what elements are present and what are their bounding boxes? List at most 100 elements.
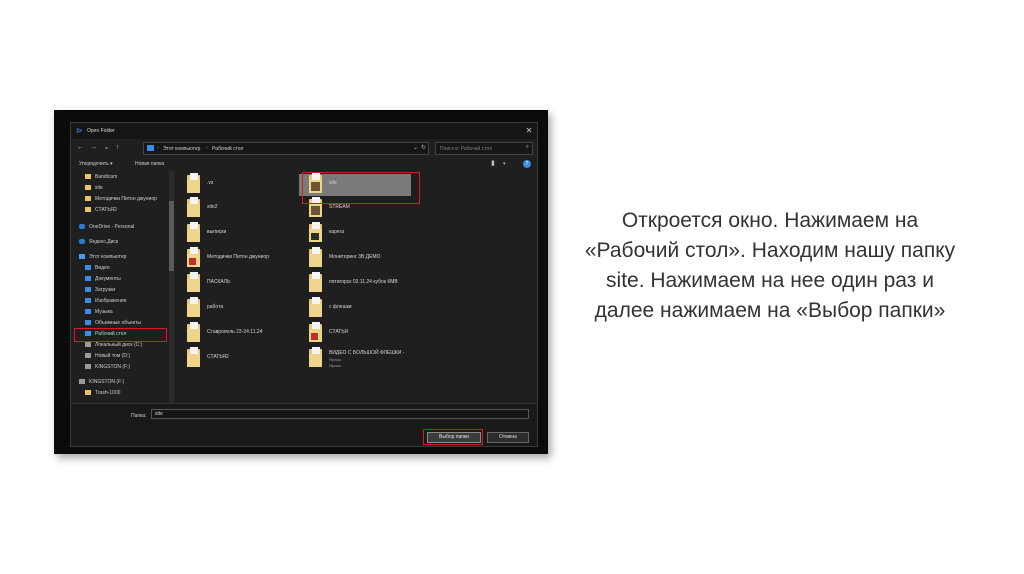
sidebar-item-trash[interactable]: Trash-1000 [71, 388, 167, 398]
forward-arrow-icon[interactable]: → [89, 143, 98, 152]
dialog-title: Open Folder [87, 128, 115, 134]
file-name: .vs [207, 180, 214, 186]
file-name: карега [329, 229, 345, 235]
select-highlight-box [423, 429, 483, 445]
folder-label: Папка: [131, 413, 147, 419]
breadcrumb-separator: › [206, 145, 208, 151]
view-options-icon[interactable]: ▮ [491, 159, 495, 167]
navigation-pane: Bandicam site Методички Питон джуниор СТ… [71, 171, 174, 403]
dialog-footer: Папка: Выбор папки Отмена [71, 403, 537, 446]
help-icon[interactable]: ? [523, 160, 531, 168]
search-input[interactable]: Поиск в: Рабочий стол ⌕ [435, 142, 533, 155]
folder-item-python-methods[interactable]: Методички Питон джуниор [177, 247, 289, 270]
sidebar-item-label: Объемные объекты [95, 320, 141, 326]
up-arrow-icon[interactable]: ↑ [113, 143, 122, 152]
folder-item-s-fleshki[interactable]: с флешки [299, 297, 411, 320]
scrollbar-thumb[interactable] [169, 201, 174, 271]
sidebar-item-downloads[interactable]: Загрузки [71, 285, 167, 295]
folder-item-pascal[interactable]: ПАСКАЛЬ [177, 272, 289, 295]
breadcrumb-desktop[interactable]: Рабочий стол [212, 146, 243, 152]
sidebar-item-3d-objects[interactable]: Объемные объекты [71, 318, 167, 328]
sidebar-item-music[interactable]: Музыка [71, 307, 167, 317]
sidebar-item-pictures[interactable]: Изображения [71, 296, 167, 306]
sidebar-item-site[interactable]: site [71, 183, 167, 193]
sidebar-item-label: site [95, 185, 103, 191]
file-type: Ярлык [329, 363, 341, 368]
drive-icon [85, 364, 91, 369]
organize-button[interactable]: Упорядочить ▾ [79, 161, 113, 167]
sidebar-item-label: OneDrive - Personal [89, 224, 135, 230]
sidebar-item-label: KINGSTON (F:) [89, 379, 125, 385]
close-icon[interactable]: ✕ [524, 126, 534, 136]
folder-item-monitoring[interactable]: Мониторинг 3В ДЕМО [299, 247, 411, 270]
file-name: пятигорск 03.11.24 кубок КМВ [329, 279, 398, 285]
folder-item-karega[interactable]: карега [299, 222, 411, 245]
instruction-text: Откроется окно. Нажимаем на «Рабочий сто… [584, 209, 956, 322]
video-icon [85, 265, 91, 270]
file-name: Методички Питон джуниор [207, 254, 269, 260]
folder-icon [187, 222, 200, 242]
sidebar-item-label: Изображения [95, 298, 127, 304]
folder-item-pyatigorsk[interactable]: пятигорск 03.11.24 кубок КМВ [299, 272, 411, 295]
desktop-highlight-box [74, 328, 167, 342]
folder-icon [187, 322, 200, 342]
sidebar-item-article2[interactable]: СТАТЬЯ2 [71, 205, 167, 215]
sidebar-item-label: СТАТЬЯ2 [95, 207, 117, 213]
file-name: Ставрополь 23-24.11.24 [207, 329, 263, 335]
file-name: Мониторинг 3В ДЕМО [329, 254, 381, 260]
navigation-bar: ← → ⌄ ↑ › Этот компьютер › Рабочий стол … [71, 139, 537, 157]
drive-icon [85, 342, 91, 347]
folder-item-site2[interactable]: site2 [177, 197, 289, 220]
folder-item-statya[interactable]: СТАТЬЯ [299, 322, 411, 345]
cancel-button[interactable]: Отмена [487, 432, 529, 443]
chevron-down-icon[interactable]: ⌄ [413, 144, 418, 151]
sidebar-item-drive-d[interactable]: Новый том (D:) [71, 351, 167, 361]
sidebar-item-yandex-disk[interactable]: Яндекс.Диск [71, 237, 167, 247]
new-folder-button[interactable]: Новая папка [135, 161, 164, 167]
file-name: ПАСКАЛЬ [207, 279, 231, 285]
sidebar-item-label: Музыка [95, 309, 113, 315]
sidebar-item-python-methods[interactable]: Методички Питон джуниор [71, 194, 167, 204]
title-bar: ⊳ Open Folder ✕ [71, 123, 537, 139]
sidebar-item-kingston[interactable]: KINGSTON (F:) [71, 377, 167, 387]
folder-icon [85, 196, 91, 201]
folder-name-input[interactable] [151, 409, 529, 419]
folder-item-rabota[interactable]: работа [177, 297, 289, 320]
chevron-down-icon[interactable]: ⌄ [102, 143, 111, 152]
file-name: СТАТЬЯ [329, 329, 348, 335]
folder-icon [187, 297, 200, 317]
breadcrumb-this-pc[interactable]: Этот компьютер [163, 146, 200, 152]
sidebar-item-this-pc[interactable]: Этот компьютер [71, 252, 167, 262]
folder-item-vypiski[interactable]: выписки [177, 222, 289, 245]
folder-icon [187, 272, 200, 292]
sidebar-item-drive-f[interactable]: KINGSTON (F:) [71, 362, 167, 372]
drive-icon [85, 353, 91, 358]
sidebar-item-video[interactable]: Видео [71, 263, 167, 273]
sidebar-item-onedrive[interactable]: OneDrive - Personal [71, 222, 167, 232]
file-name: выписки [207, 229, 227, 235]
shortcut-item-video[interactable]: ВИДЕО С БОЛЬШОЙ ФЛЕШКИ - Ярлык Ярлык [299, 347, 411, 370]
back-arrow-icon[interactable]: ← [76, 143, 85, 152]
folder-item-vs[interactable]: .vs [177, 173, 289, 196]
search-icon: ⌕ [525, 144, 529, 150]
address-bar[interactable]: › Этот компьютер › Рабочий стол ⌄ ↻ [143, 142, 429, 155]
folder-item-statya2[interactable]: СТАТЬЯ2 [177, 347, 289, 370]
sidebar-scrollbar[interactable] [169, 171, 174, 403]
folder-item-stavropol[interactable]: Ставрополь 23-24.11.24 [177, 322, 289, 345]
sidebar-item-label: Локальный диск (C:) [95, 342, 143, 348]
file-name: STREAM [329, 204, 350, 210]
documents-icon [85, 276, 91, 281]
sidebar-item-bandicam[interactable]: Bandicam [71, 172, 167, 182]
sidebar-item-label: KINGSTON (F:) [95, 364, 131, 370]
chevron-down-icon[interactable]: ▾ [503, 161, 506, 167]
vscode-icon: ⊳ [76, 126, 83, 135]
search-placeholder: Поиск в: Рабочий стол [440, 146, 493, 152]
drive-icon [79, 379, 85, 384]
open-folder-dialog: ⊳ Open Folder ✕ ← → ⌄ ↑ › Этот компьютер… [70, 122, 538, 447]
sidebar-item-documents[interactable]: Документы [71, 274, 167, 284]
folder-dark-icon [309, 222, 322, 242]
folder-icon [85, 390, 91, 395]
download-icon [85, 287, 91, 292]
file-name: site2 [207, 204, 218, 210]
refresh-icon[interactable]: ↻ [421, 144, 426, 151]
